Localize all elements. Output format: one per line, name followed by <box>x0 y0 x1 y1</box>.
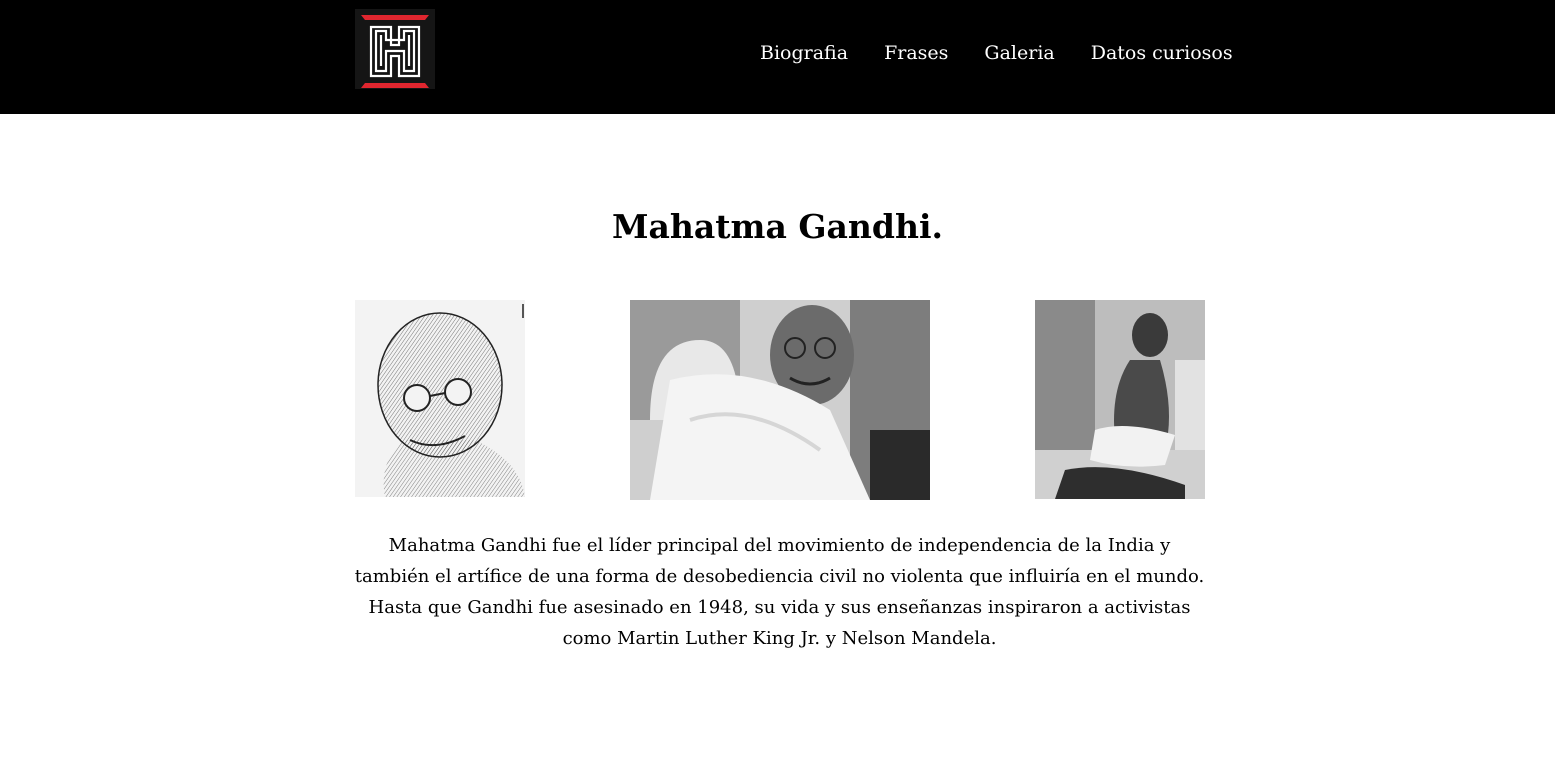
gandhi-seated-photo <box>1035 300 1205 499</box>
hj-monogram-logo-icon <box>355 9 435 89</box>
main-nav: Biografia Frases Galeria Datos curiosos <box>760 40 1233 66</box>
nav-link-datos-curiosos[interactable]: Datos curiosos <box>1091 40 1233 66</box>
nav-link-galeria[interactable]: Galeria <box>984 40 1054 66</box>
biography-description: Mahatma Gandhi fue el líder principal de… <box>354 535 1205 649</box>
top-navbar: Biografia Frases Galeria Datos curiosos <box>0 0 1555 114</box>
gandhi-smiling-photo <box>630 300 930 500</box>
page-title: Mahatma Gandhi. <box>612 207 943 246</box>
gandhi-engraving-photo <box>355 300 525 497</box>
nav-link-biografia[interactable]: Biografia <box>760 40 848 66</box>
nav-link-frases[interactable]: Frases <box>884 40 948 66</box>
site-logo-icon[interactable] <box>355 9 435 89</box>
